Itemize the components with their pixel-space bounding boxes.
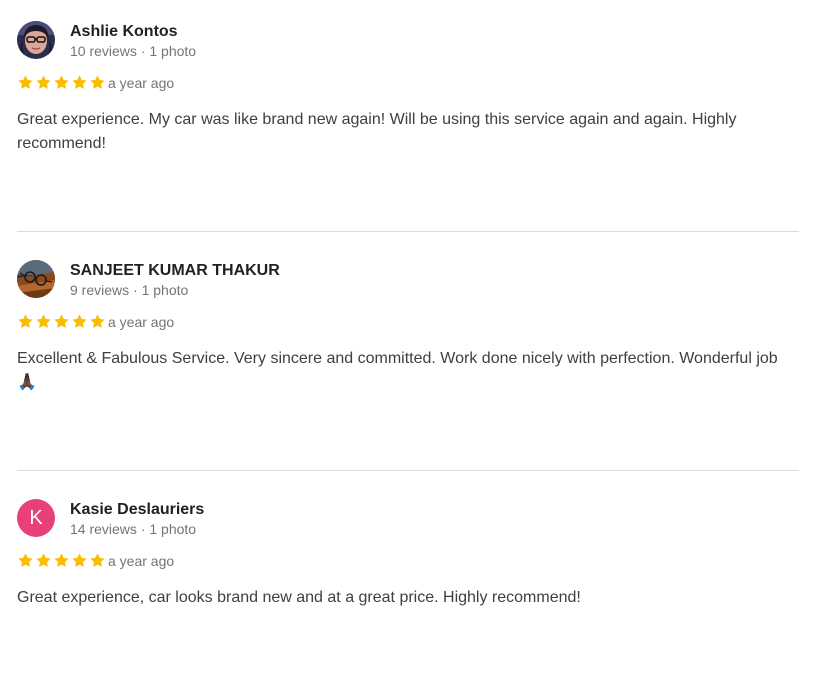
star-icon — [71, 313, 88, 331]
review-text: Great experience. My car was like brand … — [17, 111, 737, 152]
review-card: SANJEET KUMAR THAKUR 9 reviews · 1 photo… — [17, 259, 799, 395]
star-icon — [53, 74, 70, 92]
star-icon — [35, 313, 52, 331]
review-header: Ashlie Kontos 10 reviews · 1 photo — [17, 20, 799, 62]
review-card: Ashlie Kontos 10 reviews · 1 photo a yea… — [17, 20, 799, 156]
review-header: SANJEET KUMAR THAKUR 9 reviews · 1 photo — [17, 259, 799, 301]
divider — [17, 470, 799, 471]
star-icon — [53, 313, 70, 331]
reviewer-meta: 10 reviews · 1 photo — [70, 43, 197, 59]
review-date: a year ago — [108, 314, 175, 330]
avatar-photo-icon — [17, 21, 55, 59]
reviewer-name[interactable]: Ashlie Kontos — [70, 23, 178, 41]
review-card: K Kasie Deslauriers 14 reviews · 1 photo… — [17, 498, 799, 610]
star-rating — [17, 313, 106, 331]
star-icon — [89, 313, 106, 331]
star-icon — [17, 313, 34, 331]
star-icon — [35, 74, 52, 92]
review-date: a year ago — [108, 75, 175, 91]
avatar[interactable]: K — [17, 499, 55, 537]
divider — [17, 231, 799, 232]
avatar[interactable] — [17, 260, 55, 298]
rating-row: a year ago — [17, 74, 799, 94]
star-icon — [35, 552, 52, 570]
star-icon — [17, 552, 34, 570]
reviewer-name[interactable]: SANJEET KUMAR THAKUR — [70, 262, 280, 280]
avatar-photo-icon — [17, 260, 55, 298]
reviewer-name[interactable]: Kasie Deslauriers — [70, 501, 204, 519]
rating-row: a year ago — [17, 552, 799, 572]
rating-row: a year ago — [17, 313, 799, 333]
review-date: a year ago — [108, 553, 175, 569]
review-text: Excellent & Fabulous Service. Very since… — [17, 350, 778, 391]
star-icon — [17, 74, 34, 92]
star-icon — [89, 552, 106, 570]
star-icon — [53, 552, 70, 570]
reviewer-meta: 9 reviews · 1 photo — [70, 282, 189, 298]
star-icon — [71, 74, 88, 92]
star-rating — [17, 74, 106, 92]
star-rating — [17, 552, 106, 570]
star-icon — [71, 552, 88, 570]
review-header: K Kasie Deslauriers 14 reviews · 1 photo — [17, 498, 799, 540]
avatar[interactable] — [17, 21, 55, 59]
review-text: Great experience, car looks brand new an… — [17, 589, 581, 606]
star-icon — [89, 74, 106, 92]
reviewer-meta: 14 reviews · 1 photo — [70, 521, 197, 537]
